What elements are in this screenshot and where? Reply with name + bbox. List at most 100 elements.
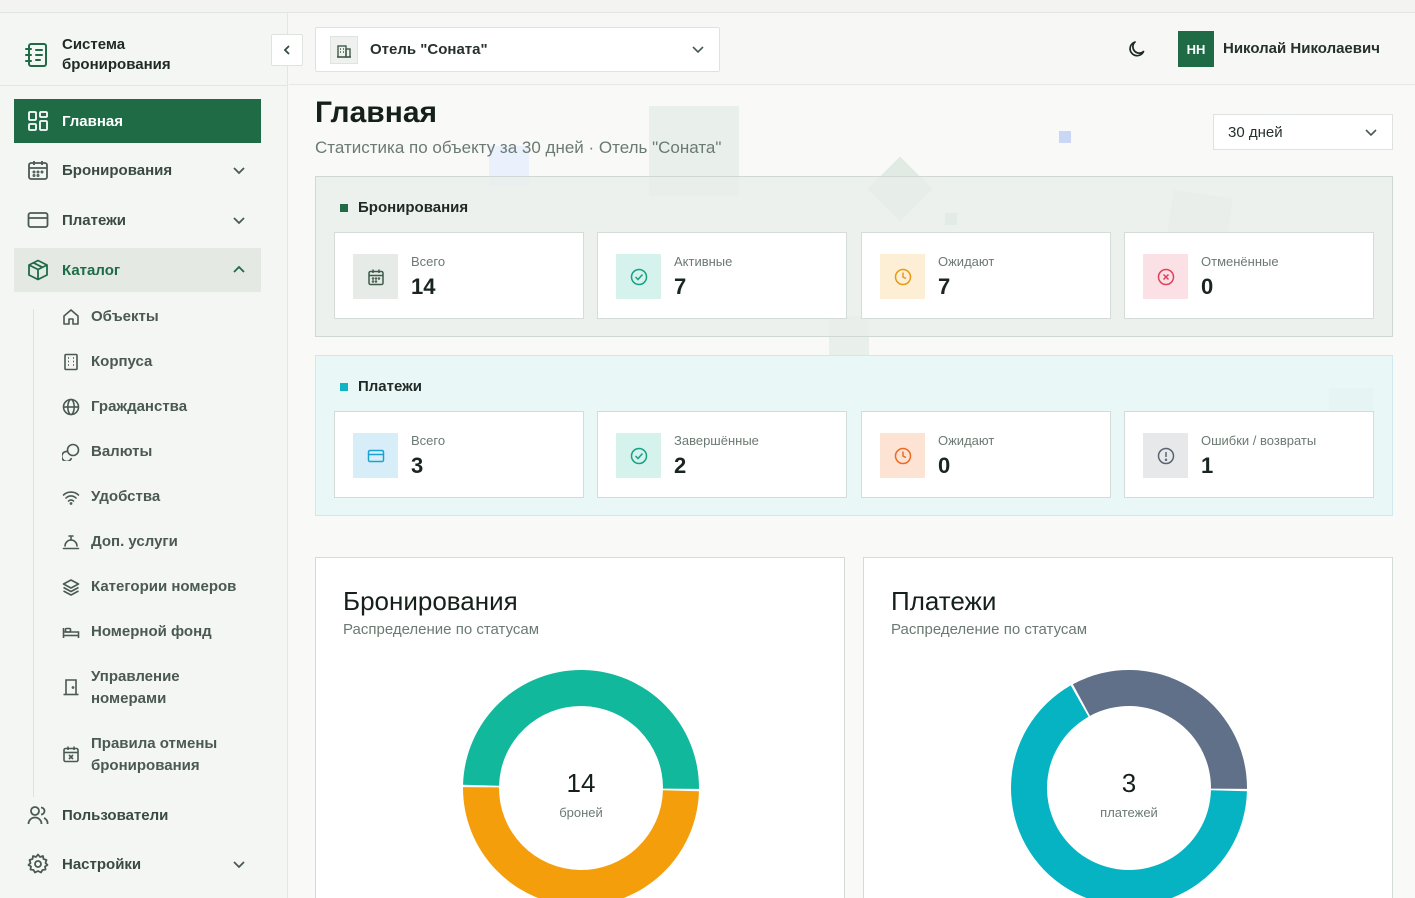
chevron-down-icon xyxy=(692,46,704,54)
period-select[interactable]: 30 дней xyxy=(1213,114,1393,150)
clock-icon xyxy=(880,433,925,478)
app-title: Система бронирования xyxy=(62,36,171,73)
stat-card-payments-total[interactable]: Всего 3 xyxy=(334,411,584,498)
sidebar-item-label: Бронирования xyxy=(62,161,173,179)
sidebar-item-settings[interactable]: Настройки xyxy=(14,842,261,886)
bookings-stats-section: Бронирования Всего 14 Активные 7 Ожидают… xyxy=(315,176,1393,337)
sidebar-item-bookings[interactable]: Бронирования xyxy=(14,148,261,192)
section-marker xyxy=(340,203,348,212)
page-title: Главная xyxy=(315,96,438,129)
chevron-down-icon xyxy=(233,167,245,175)
chevron-down-icon xyxy=(233,861,245,869)
package-icon xyxy=(26,258,50,282)
stat-card-bookings-cancelled[interactable]: Отменённые 0 xyxy=(1124,232,1374,319)
donut-center-value: 3 xyxy=(1121,768,1137,798)
sidebar-subitem-cancellation-rules[interactable]: Правила отмены бронирования xyxy=(62,733,262,777)
donut-center-unit: броней xyxy=(559,805,603,820)
payments-stats-section: Платежи Всего 3 Завершённые 2 Ожидают 0 … xyxy=(315,355,1393,516)
app-frame: Система бронирования Главная Бронировани… xyxy=(0,12,1415,898)
sidebar-item-catalog[interactable]: Каталог xyxy=(14,248,261,292)
wifi-icon xyxy=(62,491,80,505)
check-circle-icon xyxy=(616,254,661,299)
chevron-down-icon xyxy=(233,217,245,225)
stat-card-payments-pending[interactable]: Ожидают 0 xyxy=(861,411,1111,498)
clock-icon xyxy=(880,254,925,299)
period-select-value: 30 дней xyxy=(1228,123,1283,141)
door-icon xyxy=(63,679,79,696)
topbar: Отель "Соната" НН Николай Николаевич xyxy=(289,13,1415,85)
notebook-logo-icon xyxy=(25,43,47,67)
calendar-x-icon xyxy=(63,746,79,763)
collapse-sidebar-button[interactable] xyxy=(271,34,303,66)
calendar-icon xyxy=(26,158,50,182)
section-marker xyxy=(340,382,348,391)
service-bell-icon xyxy=(62,535,80,550)
calendar-icon xyxy=(353,254,398,299)
theme-toggle-moon-icon[interactable] xyxy=(1127,39,1147,59)
page-subtitle: Статистика по объекту за 30 дней · Отель… xyxy=(315,138,722,157)
chevron-up-icon xyxy=(233,265,245,273)
section-heading: Бронирования xyxy=(340,199,468,216)
stat-card-bookings-active[interactable]: Активные 7 xyxy=(597,232,847,319)
panel-subtitle: Распределение по статусам xyxy=(343,621,540,638)
sidebar-item-home[interactable]: Главная xyxy=(14,99,261,143)
avatar[interactable]: НН xyxy=(1178,31,1214,67)
hotel-select[interactable]: Отель "Соната" xyxy=(315,27,720,72)
sidebar-item-users[interactable]: Пользователи xyxy=(14,793,261,837)
stat-card-payments-errors[interactable]: Ошибки / возвраты 1 xyxy=(1124,411,1374,498)
coins-icon xyxy=(62,443,80,461)
stat-card-payments-completed[interactable]: Завершённые 2 xyxy=(597,411,847,498)
hotel-building-icon xyxy=(330,35,358,64)
globe-icon xyxy=(62,398,80,416)
chevron-down-icon xyxy=(1365,129,1377,137)
sidebar-subitem-room-stock[interactable]: Номерной фонд xyxy=(62,621,262,643)
panel-title: Бронирования xyxy=(343,586,518,616)
grid-icon xyxy=(26,109,50,133)
credit-card-icon xyxy=(26,208,50,232)
panel-subtitle: Распределение по статусам xyxy=(891,621,1088,638)
donut-center-unit: платежей xyxy=(1100,805,1158,820)
settings-icon xyxy=(26,852,50,876)
divider xyxy=(0,85,288,86)
home-icon xyxy=(63,309,79,325)
credit-card-icon xyxy=(353,433,398,478)
check-circle-icon xyxy=(616,433,661,478)
user-name[interactable]: Николай Николаевич xyxy=(1223,40,1380,57)
panel-title: Платежи xyxy=(891,586,997,616)
sidebar-subitem-room-management[interactable]: Управление номерами xyxy=(62,666,262,710)
building-icon xyxy=(64,353,78,371)
donut-center: 14 броней xyxy=(461,768,701,820)
submenu-guide-line xyxy=(33,309,34,797)
donut-center: 3 платежей xyxy=(1009,768,1249,820)
bed-icon xyxy=(62,627,80,638)
donut-center-value: 14 xyxy=(566,768,596,798)
sidebar-subitem-buildings[interactable]: Корпуса xyxy=(62,351,262,373)
layers-icon xyxy=(62,579,80,596)
sidebar-item-payments[interactable]: Платежи xyxy=(14,198,261,242)
payments-chart-panel: Платежи Распределение по статусам 3 плат… xyxy=(863,557,1393,898)
hotel-select-value: Отель "Соната" xyxy=(370,41,488,58)
users-icon xyxy=(26,803,50,827)
sidebar-subitem-currencies[interactable]: Валюты xyxy=(62,441,262,463)
main-content: Главная Статистика по объекту за 30 дней… xyxy=(289,86,1415,898)
sidebar-subitem-amenities[interactable]: Удобства xyxy=(62,486,262,508)
sidebar-item-label: Главная xyxy=(62,112,124,130)
background-decoration xyxy=(1059,131,1071,143)
sidebar-item-label: Пользователи xyxy=(62,806,169,824)
sidebar-subitem-room-categories[interactable]: Категории номеров xyxy=(62,576,262,598)
stat-card-bookings-pending[interactable]: Ожидают 7 xyxy=(861,232,1111,319)
stat-card-bookings-total[interactable]: Всего 14 xyxy=(334,232,584,319)
sidebar-subitem-citizenships[interactable]: Гражданства xyxy=(62,396,262,418)
sidebar-item-label: Настройки xyxy=(62,855,142,873)
brand[interactable]: Система бронирования xyxy=(14,25,274,85)
sidebar-item-label: Платежи xyxy=(62,211,126,229)
alert-circle-icon xyxy=(1143,433,1188,478)
section-heading: Платежи xyxy=(340,378,422,395)
sidebar-item-label: Каталог xyxy=(62,261,121,279)
sidebar-subitem-objects[interactable]: Объекты xyxy=(62,306,262,328)
bookings-chart-panel: Бронирования Распределение по статусам 1… xyxy=(315,557,845,898)
sidebar: Система бронирования Главная Бронировани… xyxy=(0,13,288,898)
chevron-left-icon xyxy=(283,45,290,55)
x-circle-icon xyxy=(1143,254,1188,299)
sidebar-subitem-extra-services[interactable]: Доп. услуги xyxy=(62,531,262,553)
